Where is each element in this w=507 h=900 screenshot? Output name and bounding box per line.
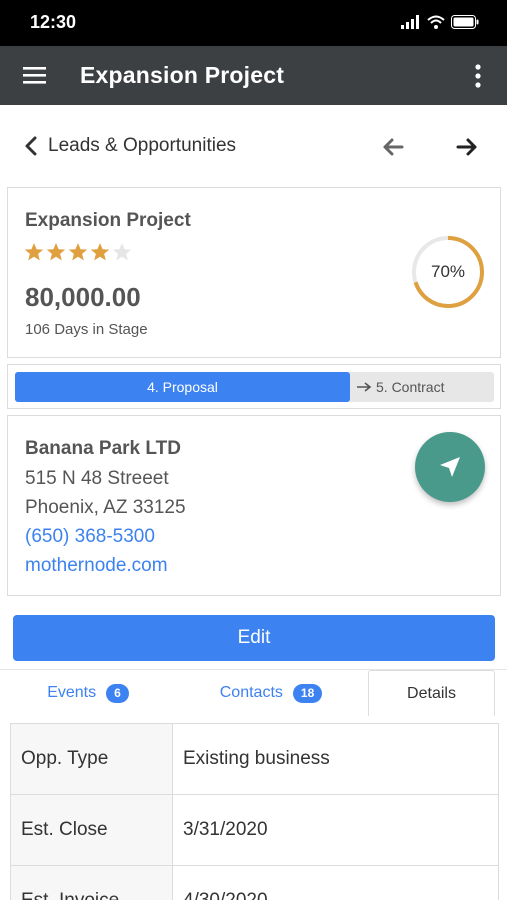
account-card: Banana Park LTD 515 N 48 Streeet Phoenix… <box>7 415 501 596</box>
navigation-arrow-icon <box>440 457 460 477</box>
stage-next-label: 5. Contract <box>376 379 445 395</box>
table-row: Opp. Type Existing business <box>10 723 499 795</box>
arrow-right-icon <box>357 382 372 392</box>
opportunity-amount: 80,000.00 <box>25 282 141 312</box>
detail-label: Opp. Type <box>10 723 173 795</box>
navigate-button[interactable] <box>415 432 485 502</box>
tab-contacts-label: Contacts <box>219 684 283 701</box>
more-vertical-icon[interactable] <box>471 62 485 90</box>
edit-button[interactable]: Edit <box>13 615 495 661</box>
hamburger-menu-icon[interactable] <box>22 63 48 87</box>
stage-current[interactable]: 4. Proposal <box>15 372 350 402</box>
contacts-count-badge: 18 <box>292 683 323 703</box>
detail-value: 3/31/2020 <box>172 794 499 866</box>
star-filled-icon <box>24 243 44 261</box>
detail-label: Est. Close <box>10 794 173 866</box>
star-filled-icon <box>46 243 66 261</box>
back-link-label: Leads & Opportunities <box>48 135 237 156</box>
tab-events-label: Events <box>47 684 97 701</box>
table-row: Est. Invoice 4/30/2020 <box>10 865 499 900</box>
star-empty-icon <box>112 243 132 261</box>
rating-stars <box>24 242 132 262</box>
website-link[interactable]: mothernode.com <box>25 555 168 577</box>
star-filled-icon <box>68 243 88 261</box>
arrow-right-icon[interactable] <box>454 135 480 159</box>
events-count-badge: 6 <box>106 683 129 703</box>
page-title: Expansion Project <box>80 62 285 88</box>
days-in-stage: 106 Days in Stage <box>25 321 148 338</box>
chevron-left-icon <box>25 136 37 156</box>
detail-label: Est. Invoice <box>10 865 173 900</box>
status-icons <box>401 15 479 29</box>
status-time: 12:30 <box>30 12 77 32</box>
table-row: Est. Close 3/31/2020 <box>10 794 499 866</box>
wifi-icon <box>427 15 445 29</box>
stage-progress: 4. Proposal 5. Contract <box>7 364 501 409</box>
tab-details[interactable]: Details <box>368 670 495 716</box>
tab-contacts[interactable]: Contacts 18 <box>176 670 366 716</box>
stage-next[interactable]: 5. Contract <box>356 372 444 402</box>
tab-bar: Events 6 Contacts 18 Details <box>0 669 507 716</box>
tab-details-label: Details <box>407 684 456 702</box>
app-bar: Expansion Project <box>0 46 507 105</box>
back-link[interactable]: Leads & Opportunities <box>24 135 236 157</box>
details-table: Opp. Type Existing business Est. Close 3… <box>10 723 499 900</box>
address-line-1: 515 N 48 Streeet <box>25 468 169 489</box>
signal-icon <box>401 15 419 29</box>
probability-label: 70% <box>430 262 466 281</box>
phone-link[interactable]: (650) 368-5300 <box>25 526 155 548</box>
status-bar: 12:30 <box>0 0 507 46</box>
star-filled-icon <box>90 243 110 261</box>
detail-value: 4/30/2020 <box>172 865 499 900</box>
detail-value: Existing business <box>172 723 499 795</box>
arrow-left-icon[interactable] <box>380 135 406 159</box>
company-name: Banana Park LTD <box>25 438 181 459</box>
opportunity-title: Expansion Project <box>25 210 191 231</box>
address-line-2: Phoenix, AZ 33125 <box>25 497 186 518</box>
opportunity-summary-card: Expansion Project 80,000.00 106 Days in … <box>7 187 501 358</box>
battery-icon <box>451 15 479 29</box>
subnav: Leads & Opportunities <box>0 105 507 185</box>
tab-events[interactable]: Events 6 <box>0 670 176 716</box>
